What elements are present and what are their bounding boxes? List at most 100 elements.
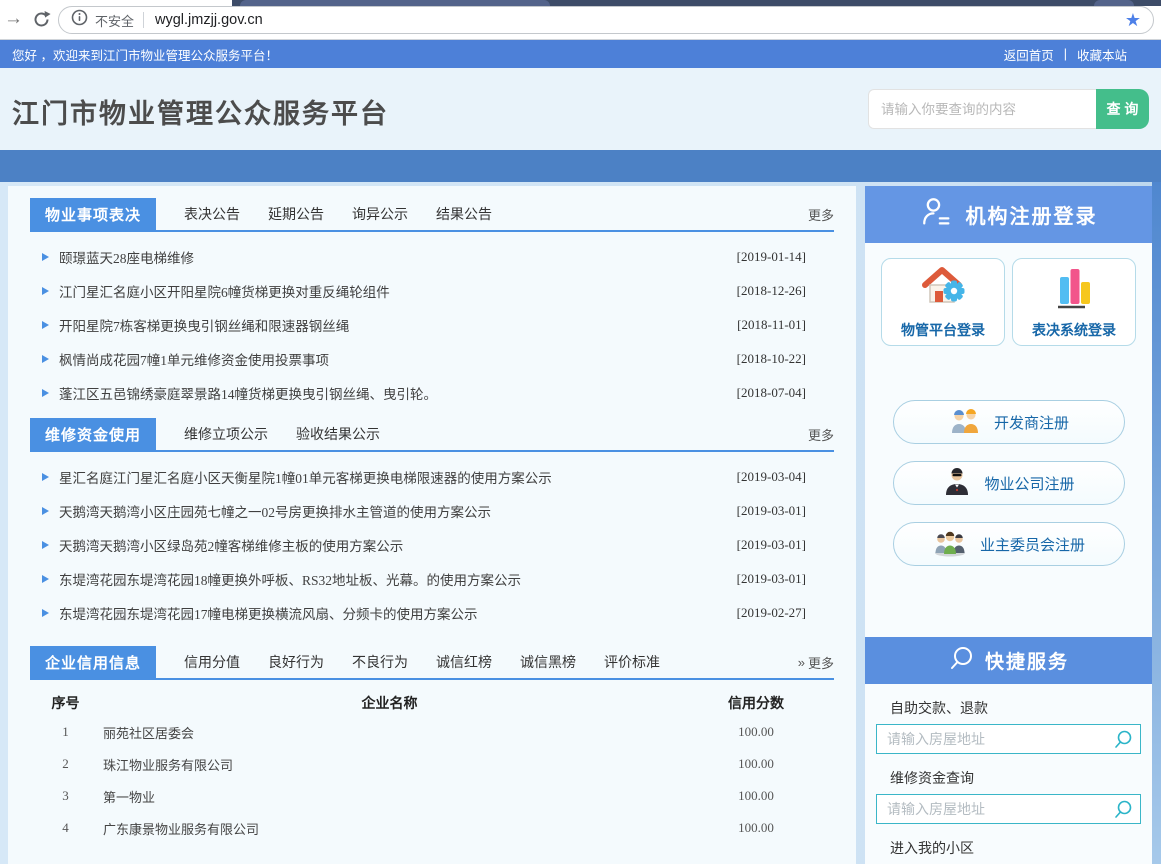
search-magnifier-icon[interactable] [1112,799,1134,826]
address-search-input[interactable] [876,724,1141,754]
property-platform-login-button[interactable]: 物管平台登录 [881,258,1005,346]
tab-fund-acceptance[interactable]: 验收结果公示 [296,418,380,450]
favorite-link[interactable]: 收藏本站 [1077,45,1127,64]
businessman-icon [942,466,972,501]
tab-fund-project[interactable]: 维修立项公示 [184,418,268,450]
item-title[interactable]: 东堤湾花园东堤湾花园18幢更换外呼板、RS32地址板、光幕。的使用方案公示 [59,569,725,589]
list-item[interactable]: 天鹅湾天鹅湾小区庄园苑七幢之一02号房更换排水主管道的使用方案公示 [2019-… [30,494,834,528]
fund-more-link[interactable]: 更多 [808,418,834,450]
item-title[interactable]: 东堤湾花园东堤湾花园17幢电梯更换横流风扇、分频卡的使用方案公示 [59,603,725,623]
company-name[interactable]: 广东康景物业服务有限公司 [93,819,686,838]
item-date: [2018-11-01] [737,317,806,333]
list-item[interactable]: 开阳星院7栋客梯更换曳引钢丝绳和限速器钢丝绳 [2018-11-01] [30,308,834,342]
item-title[interactable]: 枫情尚成花园7幢1单元维修资金使用投票事项 [59,349,725,369]
reload-icon[interactable] [32,10,51,34]
item-title[interactable]: 星汇名庭江门星汇名庭小区天衡星院1幢01单元客梯更换电梯限速器的使用方案公示 [59,467,725,487]
bullet-triangle-icon [42,473,49,481]
forward-icon[interactable]: → [4,8,23,30]
list-item[interactable]: 江门星汇名庭小区开阳星院6幢货梯更换对重反绳轮组件 [2018-12-26] [30,274,834,308]
page-background-strip [1152,182,1161,864]
list-item[interactable]: 颐璟蓝天28座电梯维修 [2019-01-14] [30,240,834,274]
voting-more-link[interactable]: 更多 [808,198,834,230]
bullet-triangle-icon [42,575,49,583]
property-company-register-button[interactable]: 物业公司注册 [893,461,1125,505]
tab-voting-notice[interactable]: 表决公告 [184,198,240,230]
bullet-triangle-icon [42,321,49,329]
item-title[interactable]: 开阳星院7栋客梯更换曳引钢丝绳和限速器钢丝绳 [59,315,725,335]
voting-list: 颐璟蓝天28座电梯维修 [2019-01-14] 江门星汇名庭小区开阳星院6幢货… [30,232,834,412]
developer-register-button[interactable]: 开发商注册 [893,400,1125,444]
search-magnifier-icon[interactable] [1112,729,1134,756]
address-bar[interactable]: 不安全 wygl.jmzjj.gov.cn ★ [58,6,1154,34]
tab-red-list[interactable]: 诚信红榜 [436,646,492,678]
bullet-triangle-icon [42,253,49,261]
item-date: [2018-12-26] [737,283,806,299]
address-search-input[interactable] [876,794,1141,824]
tab-voting-active[interactable]: 物业事项表决 [30,198,156,230]
item-title[interactable]: 天鹅湾天鹅湾小区庄园苑七幢之一02号房更换排水主管道的使用方案公示 [59,501,725,521]
company-name[interactable]: 丽苑社区居委会 [93,723,686,742]
search-button[interactable]: 查 询 [1096,89,1149,129]
quick-service-my-community: 进入我的小区 [865,838,1152,864]
credit-score: 100.00 [686,756,826,772]
credit-more-label: 更多 [808,653,834,672]
tab-result-notice[interactable]: 结果公告 [436,198,492,230]
tab-delay-notice[interactable]: 延期公告 [268,198,324,230]
item-title[interactable]: 天鹅湾天鹅湾小区绿岛苑2幢客梯维修主板的使用方案公示 [59,535,725,555]
register-login-header: 机构注册登录 [865,186,1152,243]
credit-more-link[interactable]: » 更多 [798,646,834,678]
double-arrow-icon: » [798,655,805,670]
tab-fund-active[interactable]: 维修资金使用 [30,418,156,450]
item-title[interactable]: 江门星汇名庭小区开阳星院6幢货梯更换对重反绳轮组件 [59,281,725,301]
owners-committee-register-button[interactable]: 业主委员会注册 [893,522,1125,566]
list-item[interactable]: 蓬江区五邑锦绣豪庭翠景路14幢货梯更换曳引钢丝绳、曳引轮。 [2018-07-0… [30,376,834,410]
tab-credit-active[interactable]: 企业信用信息 [30,646,156,678]
search-input[interactable] [868,89,1096,129]
credit-score: 100.00 [686,820,826,836]
item-date: [2019-03-01] [737,571,806,587]
fund-list: 星汇名庭江门星汇名庭小区天衡星院1幢01单元客梯更换电梯限速器的使用方案公示 [… [30,452,834,632]
credit-section-header: 企业信用信息 信用分值 良好行为 不良行为 诚信红榜 诚信黑榜 评价标准 » 更… [30,646,834,680]
tab-criteria[interactable]: 评价标准 [604,646,660,678]
credit-table-header: 序号 企业名称 信用分数 [30,690,834,716]
item-title[interactable]: 颐璟蓝天28座电梯维修 [59,247,725,267]
quick-service-self-payment: 自助交款、退款 [865,698,1152,754]
bullet-triangle-icon [42,609,49,617]
welcome-text: 您好 ，欢迎来到江门市物业管理公众服务平台！ [12,45,278,64]
table-row: 3 第一物业 100.00 [30,780,834,812]
voting-system-login-button[interactable]: 表决系统登录 [1012,258,1136,346]
home-link[interactable]: 返回首页 [1004,45,1054,64]
header-band [0,150,1161,182]
magnifier-icon [948,645,975,677]
tab-bad-behavior[interactable]: 不良行为 [352,646,408,678]
company-name[interactable]: 珠江物业服务有限公司 [93,755,686,774]
list-item[interactable]: 东堤湾花园东堤湾花园18幢更换外呼板、RS32地址板、光幕。的使用方案公示 [2… [30,562,834,596]
row-no: 1 [38,724,93,740]
tab-black-list[interactable]: 诚信黑榜 [520,646,576,678]
list-item[interactable]: 枫情尚成花园7幢1单元维修资金使用投票事项 [2018-10-22] [30,342,834,376]
construction-workers-icon [948,405,982,440]
list-item[interactable]: 星汇名庭江门星汇名庭小区天衡星院1幢01单元客梯更换电梯限速器的使用方案公示 [… [30,460,834,494]
info-icon[interactable] [71,9,88,31]
owners-committee-register-label: 业主委员会注册 [980,534,1085,555]
item-date: [2019-01-14] [737,249,806,265]
register-buttons: 开发商注册 物业公司注册 [865,400,1152,566]
tab-good-behavior[interactable]: 良好行为 [268,646,324,678]
company-name[interactable]: 第一物业 [93,787,686,806]
list-item[interactable]: 天鹅湾天鹅湾小区绿岛苑2幢客梯维修主板的使用方案公示 [2019-03-01] [30,528,834,562]
site-title: 江门市物业管理公众服务平台 [12,92,389,131]
bullet-triangle-icon [42,389,49,397]
credit-score: 100.00 [686,788,826,804]
fund-section-header: 维修资金使用 维修立项公示 验收结果公示 更多 [30,418,834,452]
tab-inquiry-notice[interactable]: 询异公示 [352,198,408,230]
table-row: 1 丽苑社区居委会 100.00 [30,716,834,748]
item-title[interactable]: 蓬江区五邑锦绣豪庭翠景路14幢货梯更换曳引钢丝绳、曳引轮。 [59,383,725,403]
table-row: 4 广东康景物业服务有限公司 100.00 [30,812,834,844]
tab-credit-score[interactable]: 信用分值 [184,646,240,678]
voting-section-header: 物业事项表决 表决公告 延期公告 询异公示 结果公告 更多 [30,198,834,232]
service-label: 维修资金查询 [890,768,1152,788]
bookmark-star-icon[interactable]: ★ [1125,11,1141,29]
item-date: [2019-02-27] [737,605,806,621]
list-item[interactable]: 东堤湾花园东堤湾花园17幢电梯更换横流风扇、分频卡的使用方案公示 [2019-0… [30,596,834,630]
url-text[interactable]: wygl.jmzjj.gov.cn [155,12,263,28]
